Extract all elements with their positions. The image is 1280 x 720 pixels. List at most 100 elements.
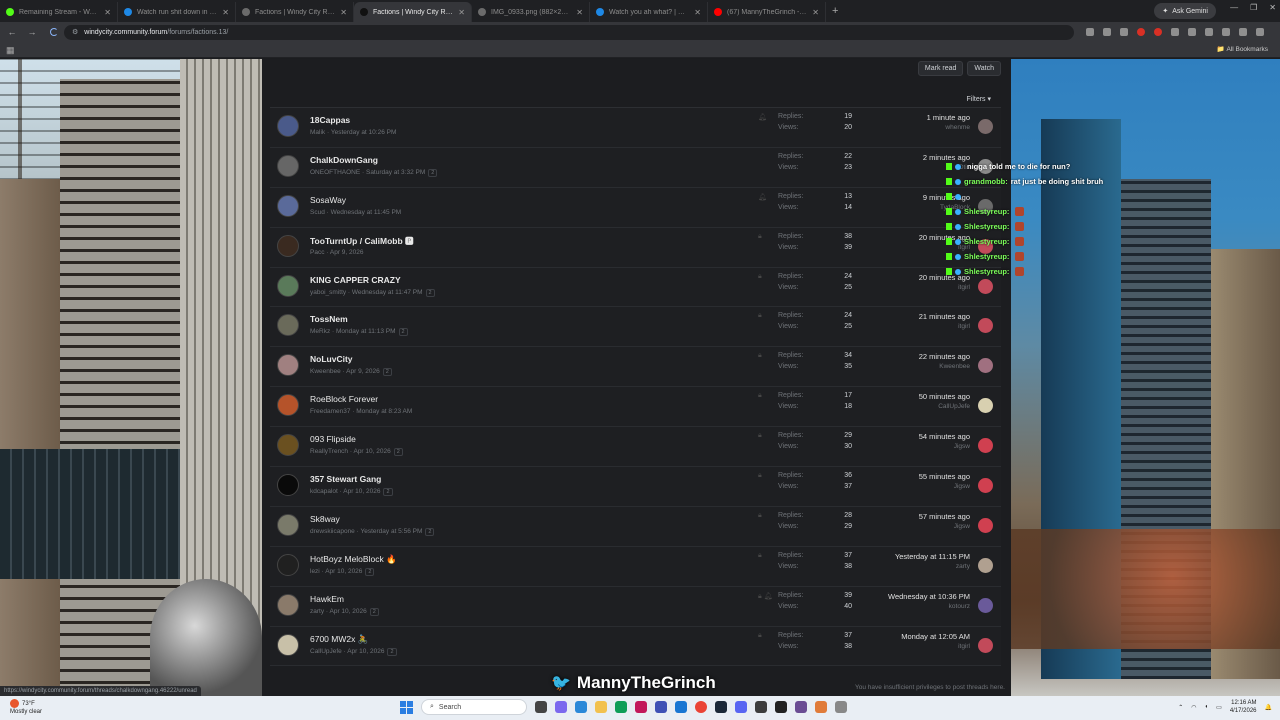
terminal-icon[interactable]: [775, 701, 787, 713]
last-poster-link[interactable]: zarty: [956, 563, 970, 570]
thread-author-link[interactable]: CallUpJefe: [310, 648, 342, 655]
thread-row[interactable]: HawkEm zarty · Apr 10, 2026 2 🔒︎ 🔔︎ Replies:…: [270, 586, 1001, 627]
last-poster-link[interactable]: Jigsw: [954, 483, 970, 490]
thread-author-link[interactable]: ReallyTrench: [310, 448, 348, 455]
wifi-icon[interactable]: ◠: [1191, 704, 1196, 711]
extension-red-2-icon[interactable]: [1154, 28, 1162, 36]
url-input[interactable]: ⚙ windycity.community.forum/forums/facti…: [64, 24, 1074, 40]
last-poster-avatar[interactable]: [978, 398, 993, 414]
author-avatar[interactable]: [277, 553, 299, 576]
last-poster-link[interactable]: Jigsw: [954, 523, 970, 530]
thread-title-link[interactable]: TooTurntUp / CaliMobb 🅿: [310, 235, 414, 247]
task-view-icon[interactable]: [535, 701, 547, 713]
maximize-icon[interactable]: ❐: [1250, 3, 1257, 12]
weather-widget[interactable]: 73°F Mostly clear: [10, 699, 42, 716]
apps-grid-icon[interactable]: ▦: [6, 45, 15, 56]
last-post-time-link[interactable]: Wednesday at 10:36 PM: [888, 592, 970, 601]
extension-red-icon[interactable]: [1137, 28, 1145, 36]
thread-author-link[interactable]: Freedamen37: [310, 408, 350, 415]
author-avatar[interactable]: [277, 115, 299, 137]
tab-close-icon[interactable]: ✕: [694, 8, 701, 17]
thread-title-link[interactable]: HawkEm: [310, 594, 344, 604]
tab-close-icon[interactable]: ✕: [222, 8, 229, 17]
last-poster-avatar[interactable]: [978, 517, 993, 533]
back-icon[interactable]: ←: [4, 27, 20, 37]
last-post-time-link[interactable]: 22 minutes ago: [919, 352, 970, 361]
taskbar-search-input[interactable]: ⌕ Search: [421, 699, 527, 715]
tab-close-icon[interactable]: ✕: [458, 8, 465, 17]
tab-close-icon[interactable]: ✕: [576, 8, 583, 17]
page-jump-link[interactable]: 2: [365, 567, 375, 576]
last-post-time-link[interactable]: Monday at 12:05 AM: [901, 632, 970, 641]
page-jump-link[interactable]: 2: [369, 607, 379, 616]
last-poster-avatar[interactable]: [978, 318, 993, 334]
new-tab-icon[interactable]: +: [832, 5, 838, 17]
tab-close-icon[interactable]: ✕: [340, 8, 347, 17]
menu-kebab-icon[interactable]: [1256, 28, 1264, 36]
filters-dropdown[interactable]: Filters ▾: [966, 95, 991, 103]
loading-spinner-icon[interactable]: [50, 28, 58, 36]
mark-read-button[interactable]: Mark read: [917, 61, 964, 76]
thread-title-link[interactable]: 357 Stewart Gang: [310, 474, 381, 484]
last-poster-link[interactable]: CallUpJefe: [938, 403, 970, 410]
last-poster-link[interactable]: itgirl: [958, 284, 970, 291]
close-icon[interactable]: ✕: [1269, 3, 1276, 12]
author-avatar[interactable]: [277, 474, 299, 497]
side-panel-icon[interactable]: [1222, 28, 1230, 36]
file-explorer-icon[interactable]: [595, 701, 607, 713]
page-jump-link[interactable]: 2: [425, 527, 435, 536]
thread-title-link[interactable]: ChalkDownGang: [310, 155, 378, 165]
author-avatar[interactable]: [277, 513, 299, 536]
last-poster-avatar[interactable]: [978, 358, 993, 374]
zoom-icon[interactable]: [1103, 28, 1111, 36]
thread-title-link[interactable]: 18Cappas: [310, 115, 350, 125]
page-jump-link[interactable]: 2: [387, 647, 397, 656]
ask-gemini-button[interactable]: ✦ Ask Gemini: [1154, 3, 1216, 19]
profile-avatar-icon[interactable]: [1239, 28, 1247, 36]
edge-icon[interactable]: [615, 701, 627, 713]
thread-title-link[interactable]: RoeBlock Forever: [310, 394, 378, 404]
install-icon[interactable]: [1086, 28, 1094, 36]
thread-author-link[interactable]: Scud: [310, 209, 325, 216]
app-icon[interactable]: [555, 701, 567, 713]
site-info-icon[interactable]: ⚙: [72, 28, 78, 36]
thread-row[interactable]: NoLuvCity Kweenbee · Apr 9, 2026 2 🔒︎ Replie…: [270, 347, 1001, 388]
thread-row[interactable]: KING CAPPER CRAZY yaboi_smitty · Wednesda…: [270, 267, 1001, 308]
author-avatar[interactable]: [277, 394, 299, 417]
app-icon[interactable]: [675, 701, 687, 713]
app-icon[interactable]: [635, 701, 647, 713]
extensions-puzzle-icon[interactable]: [1205, 28, 1213, 36]
notifications-icon[interactable]: 🔔: [1265, 704, 1272, 711]
last-poster-link[interactable]: kotourz: [949, 603, 970, 610]
author-avatar[interactable]: [277, 593, 299, 616]
app-icon[interactable]: [655, 701, 667, 713]
last-post-time-link[interactable]: Yesterday at 11:15 PM: [895, 552, 970, 561]
browser-tab[interactable]: (67) MannyTheGrinch - YouTu ✕: [708, 2, 826, 22]
minimize-icon[interactable]: —: [1230, 3, 1238, 12]
thread-row[interactable]: TooTurntUp / CaliMobb 🅿 Pacc · Apr 9, 202…: [270, 227, 1001, 268]
last-poster-avatar[interactable]: [978, 119, 993, 134]
thread-author-link[interactable]: ONEOFTHAONE: [310, 169, 360, 176]
thread-row[interactable]: 093 Flipside ReallyTrench · Apr 10, 2026 2…: [270, 427, 1001, 468]
chrome-icon[interactable]: [695, 701, 707, 713]
clock[interactable]: 12:16 AM 4/17/2026: [1230, 699, 1257, 715]
page-jump-link[interactable]: 2: [382, 368, 392, 377]
browser-tab[interactable]: Factions | Windy City Roleplay ✕: [354, 2, 472, 22]
author-avatar[interactable]: [277, 154, 299, 177]
last-poster-avatar[interactable]: [978, 438, 993, 454]
thread-author-link[interactable]: lezi: [310, 568, 320, 575]
volume-icon[interactable]: ◖: [1205, 704, 1209, 710]
thread-row[interactable]: 18Cappas Malik · Yesterday at 10:26 PM 🔔︎ R…: [270, 108, 1001, 148]
thread-title-link[interactable]: TossNem: [310, 314, 348, 324]
thread-row[interactable]: SosaWay Scud · Wednesday at 11:45 PM 🔔︎ Rep…: [270, 187, 1001, 228]
last-poster-link[interactable]: Jigsw: [954, 443, 970, 450]
author-avatar[interactable]: [277, 633, 299, 656]
tab-close-icon[interactable]: ✕: [812, 8, 819, 17]
thread-author-link[interactable]: yaboi_smitty: [310, 289, 346, 296]
thread-title-link[interactable]: 093 Flipside: [310, 434, 356, 444]
last-poster-avatar[interactable]: [978, 637, 993, 653]
thread-row[interactable]: ChalkDownGang ONEOFTHAONE · Saturday at 3…: [270, 147, 1001, 188]
last-post-time-link[interactable]: 50 minutes ago: [919, 392, 970, 401]
thread-author-link[interactable]: Pacc: [310, 249, 324, 256]
bookmark-star-icon[interactable]: [1120, 28, 1128, 36]
